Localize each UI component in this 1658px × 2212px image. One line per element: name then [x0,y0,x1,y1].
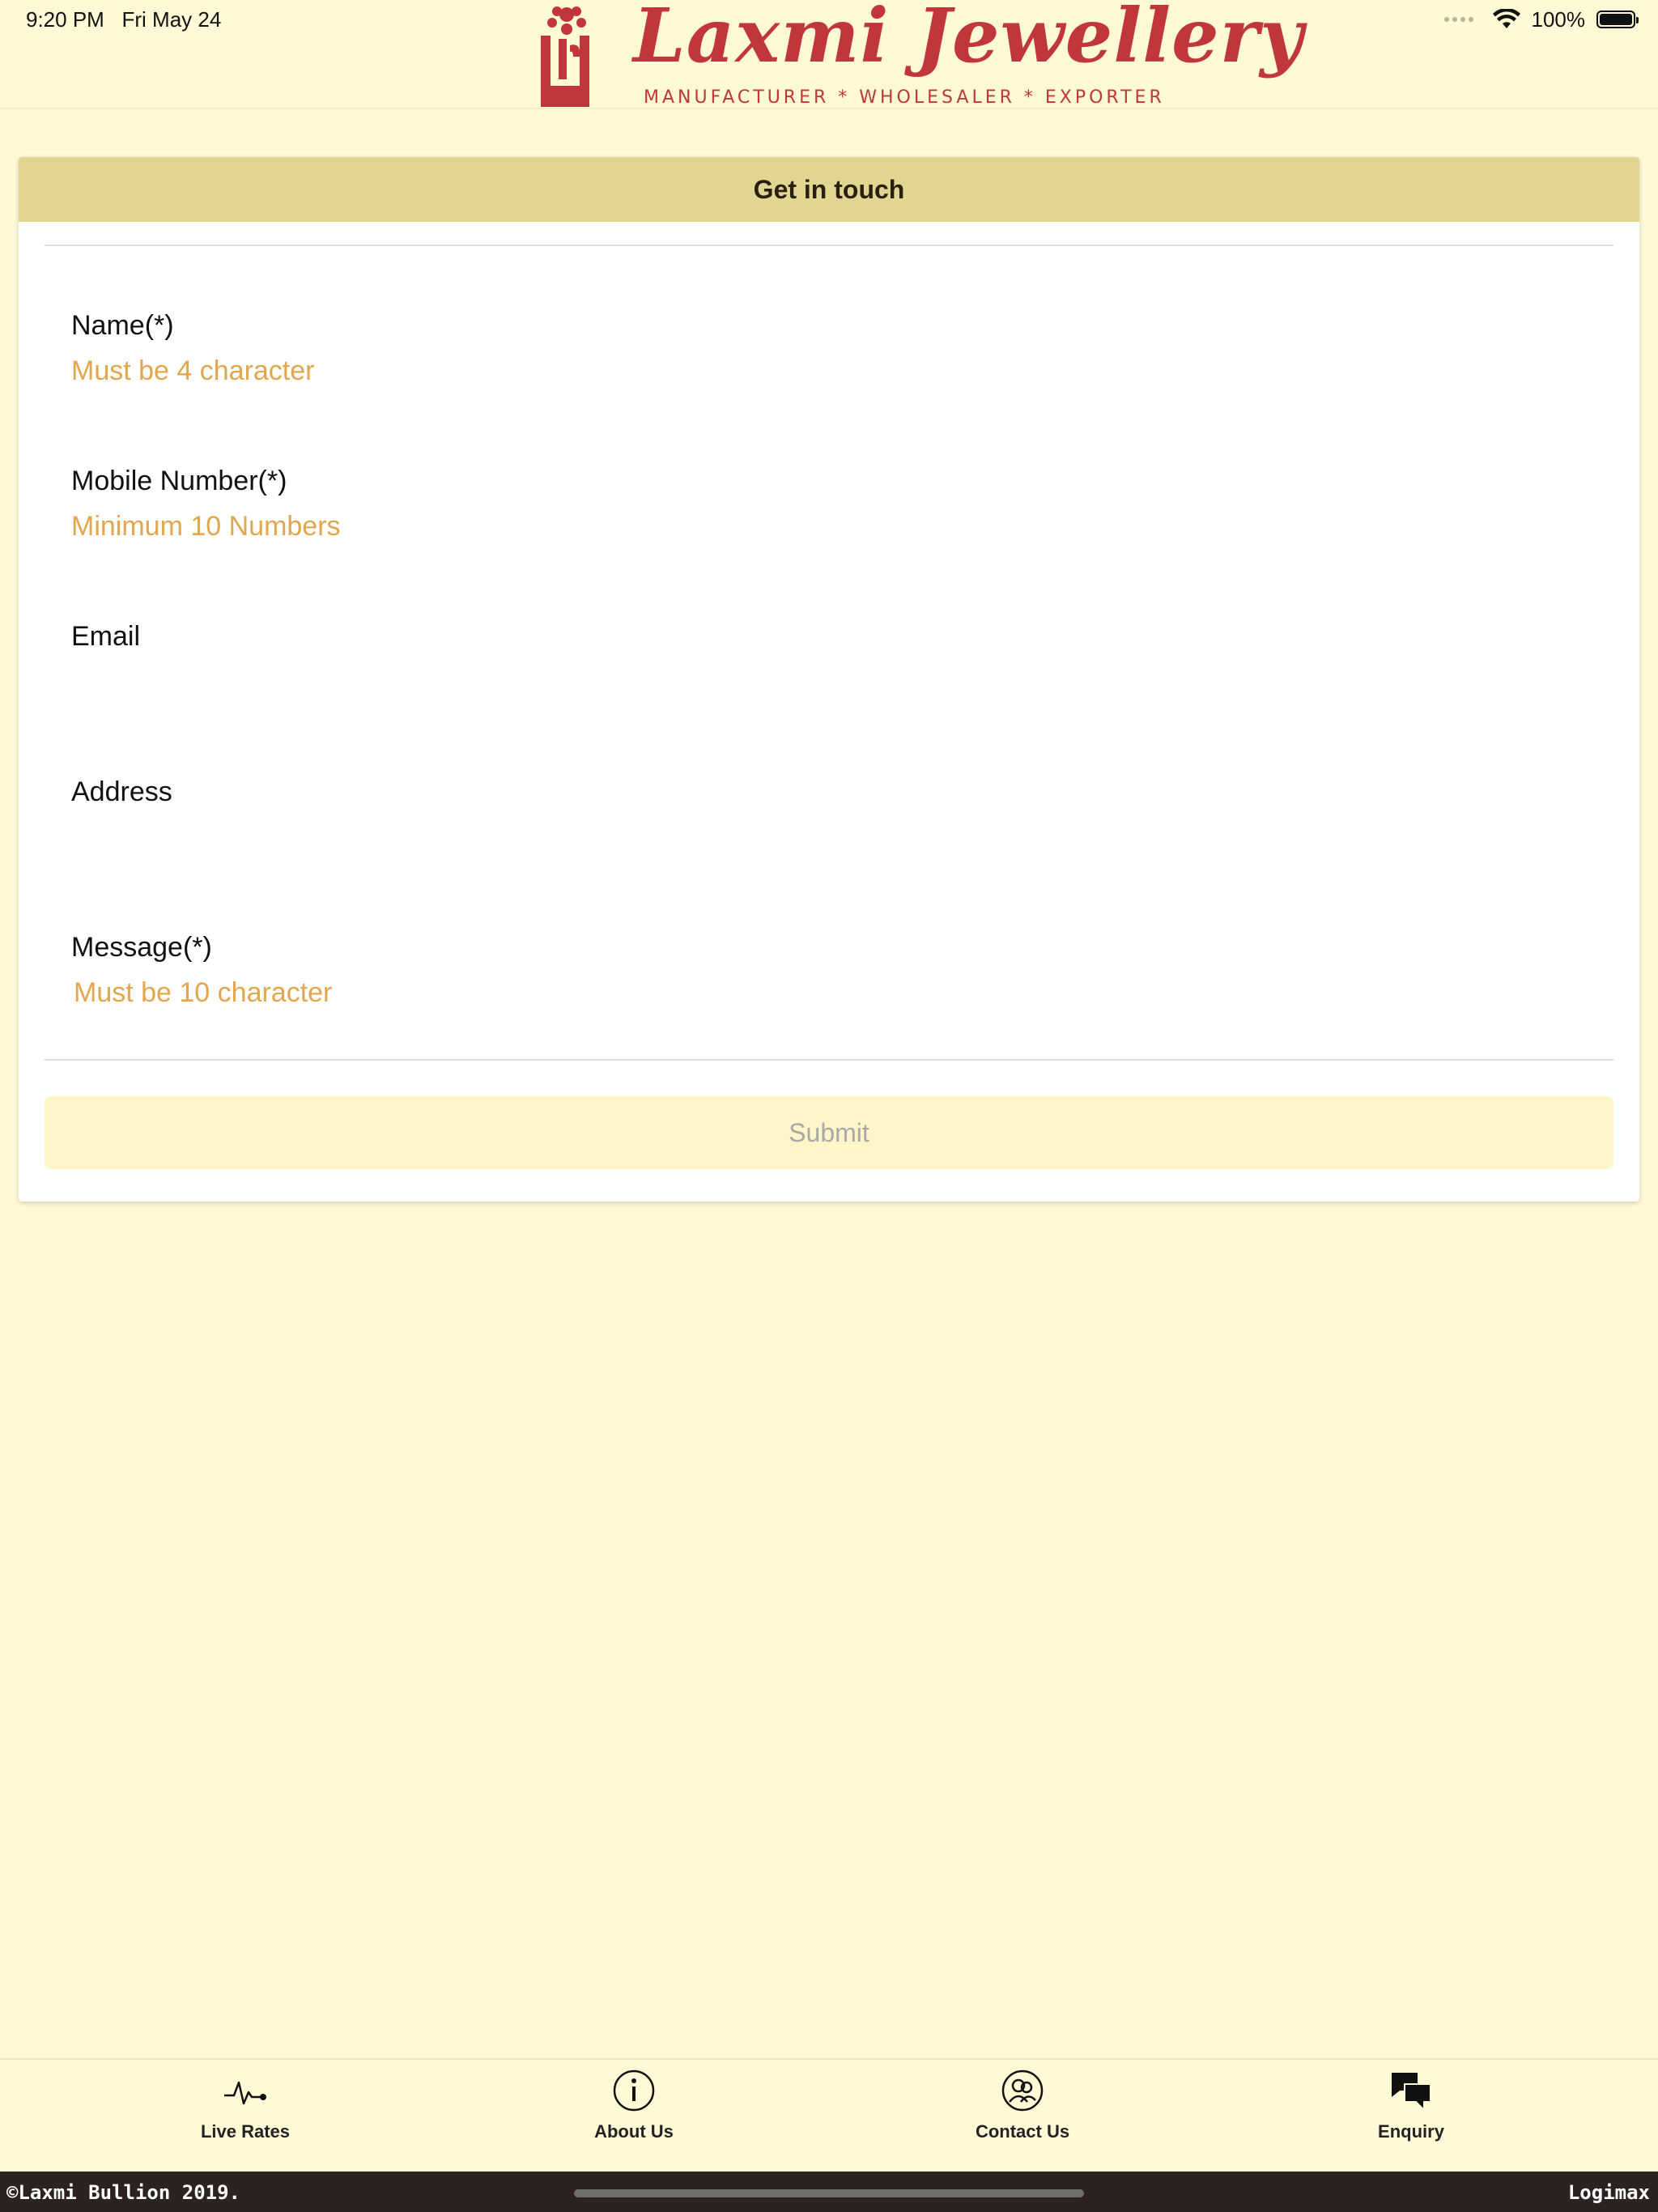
tab-label: Enquiry [1378,2121,1444,2142]
header-divider [0,108,1658,109]
tab-contact-us[interactable]: Contact Us [901,2066,1144,2163]
chat-bubbles-icon [1392,2073,1431,2112]
name-label: Name(*) [71,310,174,341]
battery-percentage: 100% [1531,6,1586,32]
email-label: Email [71,621,141,652]
tab-label: Live Rates [200,2121,291,2142]
name-field[interactable] [71,351,1585,390]
tab-about-us[interactable]: About Us [512,2066,755,2163]
tab-bar: Live Rates About Us Contact Us Enquiry [0,2058,1658,2172]
contact-form-card: Get in touch Name(*) Mobile Number(*) Em… [19,157,1639,1202]
status-bar-clock: 9:20 PM Fri May 24 [26,6,221,32]
tab-live-rates[interactable]: Live Rates [124,2066,367,2163]
pulse-icon [224,2081,266,2105]
submit-button[interactable]: Submit [45,1096,1613,1169]
message-label: Message(*) [71,932,212,963]
tab-enquiry[interactable]: Enquiry [1290,2066,1533,2163]
signal-dots-icon [1443,17,1473,22]
form-top-divider [45,245,1613,246]
card-title: Get in touch [19,157,1639,222]
home-indicator[interactable] [574,2189,1084,2197]
address-label: Address [71,776,172,807]
wifi-icon [1492,9,1520,28]
info-icon [613,2069,655,2112]
brand-logo-icon [541,6,589,107]
footer-credit: Logimax [1567,2181,1650,2204]
mobile-number-label: Mobile Number(*) [71,466,287,496]
email-field[interactable] [71,662,1585,701]
brand-tagline: MANUFACTURER * WHOLESALER * EXPORTER [644,87,1165,108]
battery-icon [1596,11,1639,28]
contacts-icon [1001,2069,1044,2112]
tab-label: About Us [594,2121,674,2142]
status-time: 9:20 PM [26,7,104,32]
mobile-number-field[interactable] [71,507,1585,546]
message-field[interactable] [74,973,1588,1012]
tab-label: Contact Us [975,2121,1070,2142]
footer-copyright: ©Laxmi Bullion 2019. [6,2181,240,2204]
address-field[interactable] [71,818,1585,857]
brand-name: Laxmi Jewellery [633,0,1304,79]
status-bar-indicators: 100% [1443,5,1639,34]
status-date: Fri May 24 [121,7,222,32]
form-bottom-divider [45,1059,1613,1061]
